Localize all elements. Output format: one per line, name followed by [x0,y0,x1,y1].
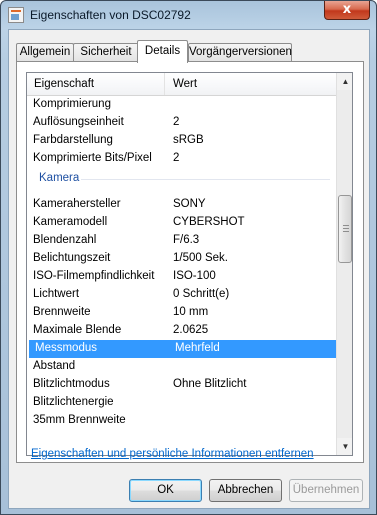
table-row[interactable]: 35mm Brennweite [27,412,336,430]
grip-line [343,231,349,232]
table-row[interactable]: Kameramodell CYBERSHOT [27,214,336,232]
vertical-scrollbar[interactable]: ▲ ▼ [336,73,352,455]
property-name: Abstand [33,360,76,372]
group-label: Kamera [39,172,80,184]
tab-vorgaengerversionen[interactable]: Vorgängerversionen [188,43,292,62]
property-value: 2 [173,152,180,164]
grip-line [343,225,349,226]
cancel-button[interactable]: Abbrechen [209,479,282,502]
table-row[interactable]: Blendenzahl F/6.3 [27,232,336,250]
remove-properties-link[interactable]: Eigenschaften und persönliche Informatio… [31,448,314,460]
table-row[interactable]: Belichtungszeit 1/500 Sek. [27,250,336,268]
window-title: Eigenschaften von DSC02792 [30,8,191,22]
details-tab-panel: Eigenschaft Wert Komprimierung Auflösung… [16,61,364,463]
table-row[interactable]: Farbdarstellung sRGB [27,132,336,150]
property-value: F/6.3 [173,234,200,246]
property-name: Lichtwert [33,288,80,300]
ok-button[interactable]: OK [129,479,202,502]
table-row[interactable]: ISO-Filmempfindlichkeit ISO-100 [27,268,336,286]
scroll-down-arrow-icon[interactable]: ▼ [337,438,352,455]
property-name: Farbdarstellung [33,134,113,146]
property-value: ISO-100 [173,270,216,282]
table-row[interactable]: Komprimierte Bits/Pixel 2 [27,150,336,168]
column-header-property[interactable]: Eigenschaft [34,78,94,90]
property-name: Messmodus [35,342,97,354]
property-value: 2 [173,116,180,128]
property-name: Auflösungseinheit [33,116,124,128]
tab-sicherheit[interactable]: Sicherheit [73,43,139,62]
properties-window: Eigenschaften von DSC02792 x Allgemein S… [0,0,377,515]
table-row[interactable]: Blitzlichtmodus Ohne Blitzlicht [27,376,336,394]
column-header: Eigenschaft Wert [27,73,336,96]
property-value: CYBERSHOT [173,216,245,228]
property-value: Ohne Blitzlicht [173,378,247,390]
tab-strip: Allgemein Sicherheit Details Vorgängerve… [16,40,364,63]
property-name: Komprimierte Bits/Pixel [33,152,152,164]
table-row[interactable]: Lichtwert 0 Schritt(e) [27,286,336,304]
property-name: Blitzlichtmodus [33,378,110,390]
close-button[interactable]: x [324,1,370,20]
table-row[interactable]: Brennweite 10 mm [27,304,336,322]
property-name: 35mm Brennweite [33,414,126,426]
table-row[interactable]: Auflösungseinheit 2 [27,114,336,132]
grip-line [343,228,349,229]
property-value: SONY [173,198,206,210]
apply-button[interactable]: Übernehmen [289,479,363,502]
table-row[interactable]: Kamerahersteller SONY [27,196,336,214]
tab-details[interactable]: Details [137,40,188,63]
column-divider[interactable] [164,73,165,95]
table-row[interactable]: Komprimierung [27,96,336,114]
table-row[interactable]: Maximale Blende 2.0625 [27,322,336,340]
scroll-up-arrow-icon[interactable]: ▲ [337,73,352,90]
tab-allgemein[interactable]: Allgemein [16,43,74,62]
property-value: 2.0625 [173,324,209,336]
title-bar[interactable]: Eigenschaften von DSC02792 x [1,1,376,29]
property-name: Maximale Blende [33,324,122,336]
property-name: Blitzlichtenergie [33,396,114,408]
property-name: ISO-Filmempfindlichkeit [33,270,155,282]
property-name: Belichtungszeit [33,252,111,264]
table-row[interactable]: Abstand [27,358,336,376]
dialog-client-area: Allgemein Sicherheit Details Vorgängerve… [8,29,370,509]
table-row[interactable]: Blitzlichtenergie [27,394,336,412]
property-value: 1/500 Sek. [173,252,228,264]
group-header-kamera: Kamera [27,168,336,196]
property-name: Komprimierung [33,98,111,110]
group-divider [81,179,330,180]
property-name: Kamerahersteller [33,198,121,210]
property-name: Kameramodell [33,216,108,228]
property-value: 0 Schritt(e) [173,288,230,300]
property-rows: Komprimierung Auflösungseinheit 2 Farbda… [27,96,336,430]
column-header-value[interactable]: Wert [173,78,197,90]
property-value: sRGB [173,134,204,146]
property-name: Brennweite [33,306,91,318]
table-row-selected[interactable]: Messmodus Mehrfeld [29,340,336,358]
property-name: Blendenzahl [33,234,97,246]
image-file-icon [8,7,24,23]
properties-list[interactable]: Eigenschaft Wert Komprimierung Auflösung… [26,72,353,456]
scrollbar-thumb[interactable] [338,195,352,263]
property-value: Mehrfeld [175,342,220,354]
property-value: 10 mm [173,306,209,318]
